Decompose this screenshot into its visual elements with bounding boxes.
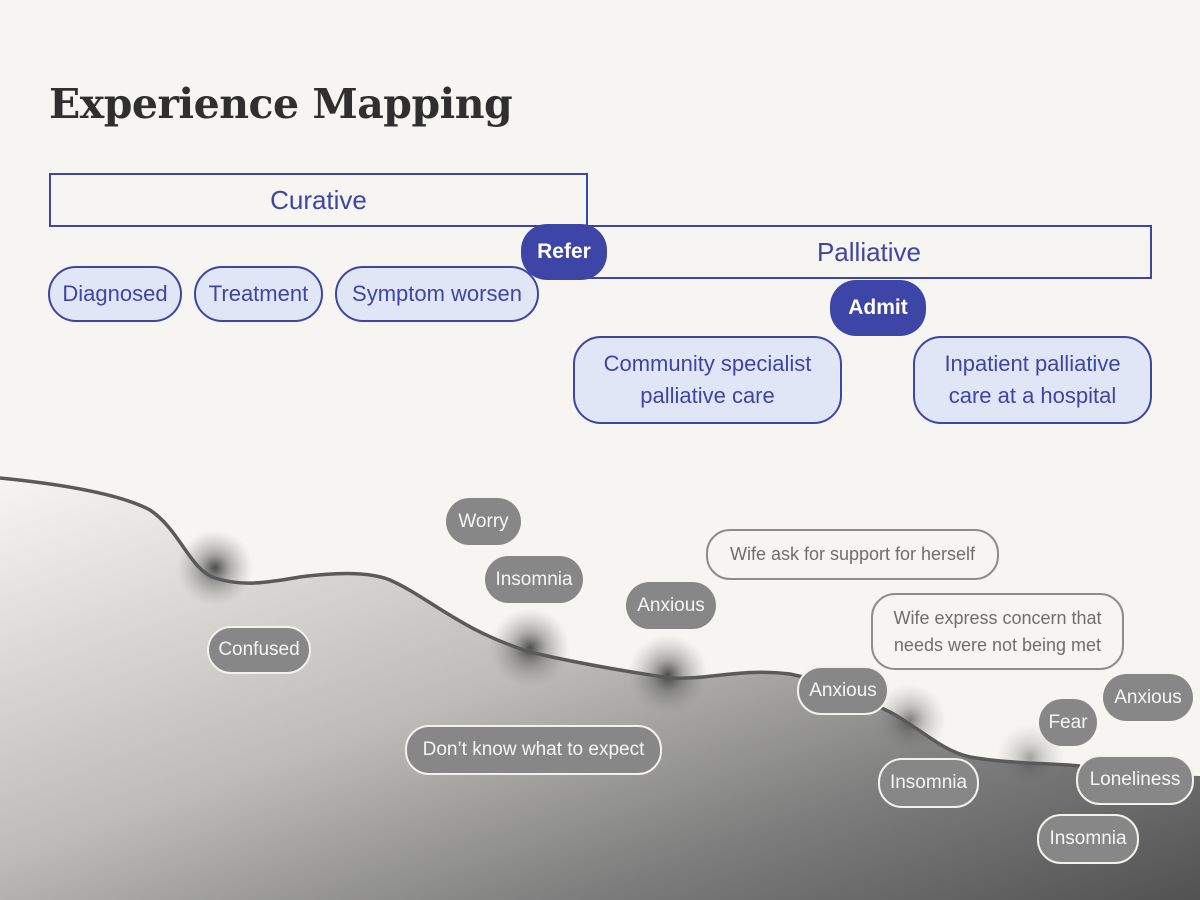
emotion-blob bbox=[490, 608, 570, 688]
emotion-tag: Insomnia bbox=[485, 556, 583, 603]
emotion-tag: Confused bbox=[207, 626, 311, 674]
emotion-blob bbox=[177, 530, 253, 606]
emotion-tag: Insomnia bbox=[1037, 814, 1139, 864]
emotion-tag: Insomnia bbox=[878, 758, 979, 808]
emotion-tag: Fear bbox=[1039, 699, 1097, 746]
note-wife-concern-line2: needs were not being met bbox=[893, 634, 1102, 655]
note-wife-support: Wife ask for support for herself bbox=[706, 529, 999, 580]
emotion-tag: Anxious bbox=[626, 582, 716, 629]
emotion-tag: Anxious bbox=[797, 666, 889, 715]
note-wife-concern-line1: Wife express concern that bbox=[893, 607, 1102, 628]
emotion-tag: Loneliness bbox=[1076, 755, 1194, 805]
note-wife-concern: Wife express concern that needs were not… bbox=[871, 593, 1124, 670]
emotion-tag: Anxious bbox=[1103, 674, 1193, 721]
emotion-tag: Don’t know what to expect bbox=[405, 725, 662, 775]
emotion-tag: Worry bbox=[446, 498, 521, 545]
